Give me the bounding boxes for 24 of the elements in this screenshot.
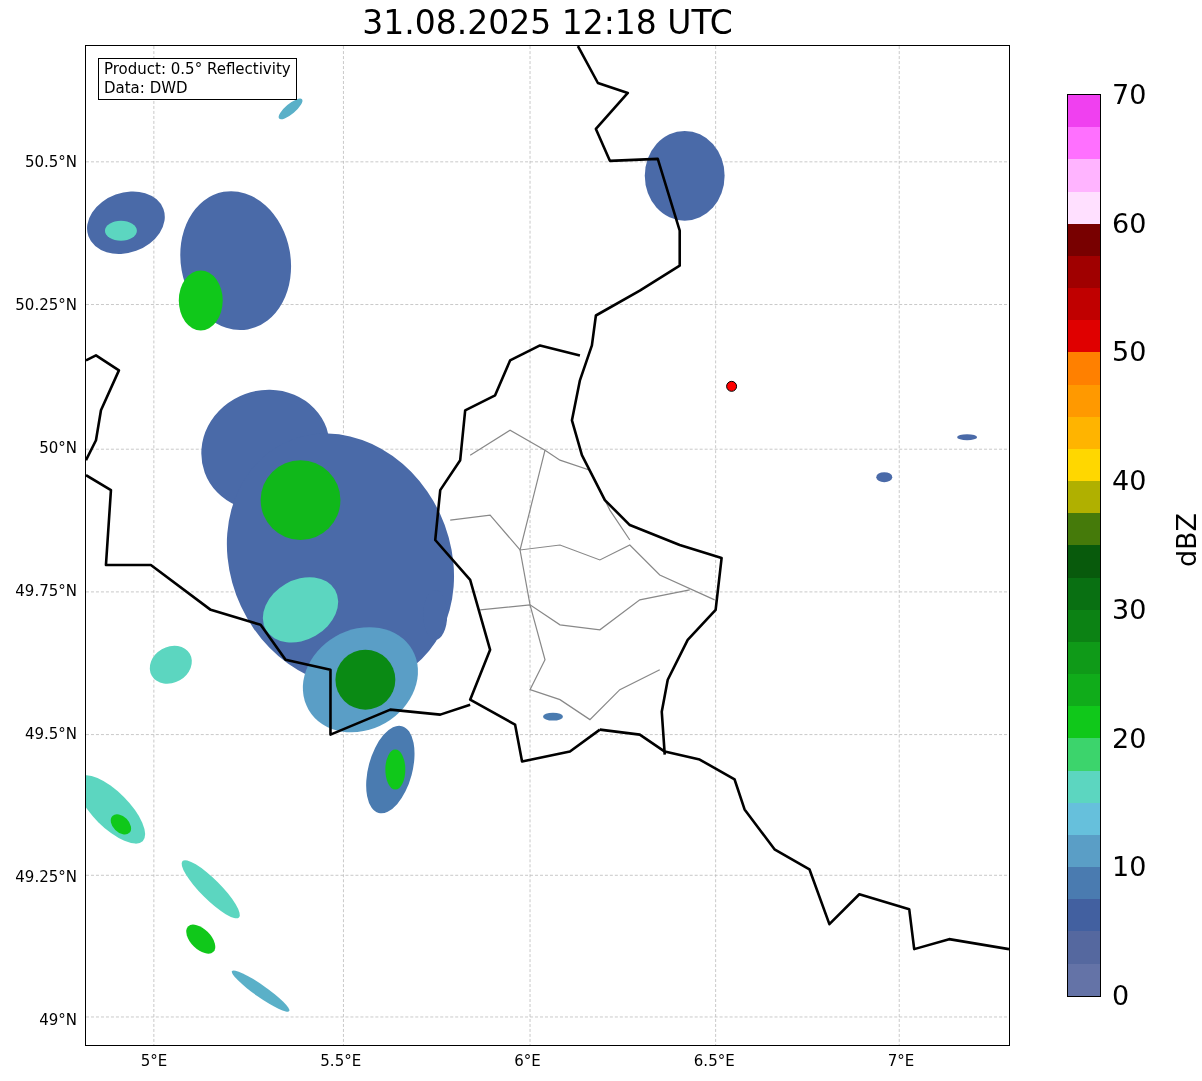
- info-text: Data: DWD: [104, 79, 189, 98]
- latitude-label: 49.75°N: [15, 582, 77, 600]
- longitude-label: 6°E: [513, 1052, 542, 1070]
- colorbar-tick-label: 50: [1112, 337, 1147, 368]
- colorbar-tick-label: 40: [1112, 466, 1147, 497]
- colorbar-label: dBZ: [1172, 512, 1202, 568]
- colorbar-tick-label: 10: [1112, 852, 1147, 883]
- colorbar-tick-label: 70: [1112, 80, 1147, 110]
- longitude-label: 5°E: [139, 1052, 169, 1070]
- longitude-label: 6.5°E: [692, 1052, 736, 1070]
- longitude-label: 5.5°E: [319, 1052, 363, 1070]
- latitude-label: 49.5°N: [24, 725, 77, 743]
- longitude-label: 7°E: [886, 1052, 916, 1070]
- colorbar-tick-label: 30: [1112, 594, 1147, 625]
- chart-title: 31.08.2025 12:18 UTC: [361, 2, 734, 44]
- colorbar-tick-label: 60: [1112, 208, 1147, 239]
- latitude-label: 50.5°N: [24, 153, 77, 171]
- latitude-label: 50.25°N: [15, 296, 77, 314]
- latitude-label: 49°N: [39, 1011, 77, 1029]
- latitude-label: 50°N: [39, 439, 77, 457]
- info-text: Product: 0.5° Reflectivity: [104, 60, 291, 79]
- colorbar-tick-label: 20: [1112, 723, 1147, 754]
- latitude-label: 49.25°N: [15, 868, 77, 886]
- colorbar-tick-label: 0: [1112, 981, 1130, 1011]
